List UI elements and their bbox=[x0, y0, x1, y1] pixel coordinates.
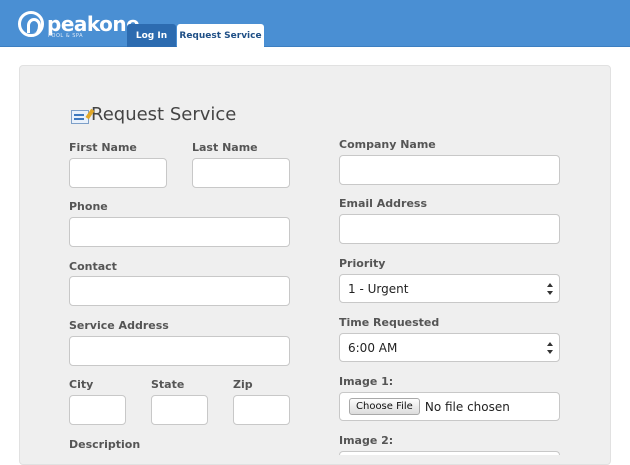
contact-input[interactable] bbox=[69, 276, 290, 306]
logo-text: peakone bbox=[47, 12, 140, 36]
email-address-label: Email Address bbox=[339, 197, 428, 210]
request-form-icon bbox=[71, 109, 89, 124]
page-title: Request Service bbox=[91, 104, 237, 125]
priority-label: Priority bbox=[339, 257, 386, 270]
select-arrows-icon bbox=[547, 283, 553, 295]
priority-selected-value: 1 - Urgent bbox=[348, 281, 409, 296]
logo[interactable]: peakone POOL & SPA bbox=[18, 10, 140, 39]
zip-input[interactable] bbox=[233, 395, 290, 425]
form-title: Request Service bbox=[71, 104, 236, 125]
phone-label: Phone bbox=[69, 200, 108, 213]
tab-log-in[interactable]: Log In bbox=[127, 24, 176, 47]
time-requested-select[interactable]: 6:00 AM bbox=[339, 333, 560, 362]
last-name-input[interactable] bbox=[192, 158, 290, 188]
logo-subtitle: POOL & SPA bbox=[48, 33, 84, 39]
phone-input[interactable] bbox=[69, 217, 290, 247]
time-selected-value: 6:00 AM bbox=[348, 340, 398, 355]
image2-label: Image 2: bbox=[339, 434, 394, 447]
state-label: State bbox=[151, 378, 185, 391]
first-name-input[interactable] bbox=[69, 158, 167, 188]
first-name-label: First Name bbox=[69, 141, 137, 154]
state-input[interactable] bbox=[151, 395, 208, 425]
tab-request-service[interactable]: Request Service bbox=[177, 24, 264, 48]
image1-file-input[interactable]: Choose File No file chosen bbox=[339, 392, 560, 421]
description-label: Description bbox=[69, 438, 141, 451]
last-name-label: Last Name bbox=[192, 141, 258, 154]
nav-tabs: Log In Request Service bbox=[127, 24, 264, 48]
email-address-input[interactable] bbox=[339, 214, 560, 244]
city-label: City bbox=[69, 378, 94, 391]
select-arrows-icon bbox=[547, 342, 553, 354]
top-header: peakone POOL & SPA Log In Request Servic… bbox=[0, 0, 630, 48]
zip-label: Zip bbox=[233, 378, 253, 391]
logo-icon bbox=[18, 11, 44, 37]
file-status-text: No file chosen bbox=[424, 399, 510, 414]
image2-file-input[interactable] bbox=[339, 451, 560, 455]
contact-label: Contact bbox=[69, 260, 117, 273]
company-name-input[interactable] bbox=[339, 155, 560, 185]
service-address-input[interactable] bbox=[69, 336, 290, 366]
time-requested-label: Time Requested bbox=[339, 316, 440, 329]
city-input[interactable] bbox=[69, 395, 126, 425]
image1-label: Image 1: bbox=[339, 375, 394, 388]
company-name-label: Company Name bbox=[339, 138, 436, 151]
choose-file-button[interactable]: Choose File bbox=[349, 398, 420, 415]
service-address-label: Service Address bbox=[69, 319, 169, 332]
priority-select[interactable]: 1 - Urgent bbox=[339, 274, 560, 303]
